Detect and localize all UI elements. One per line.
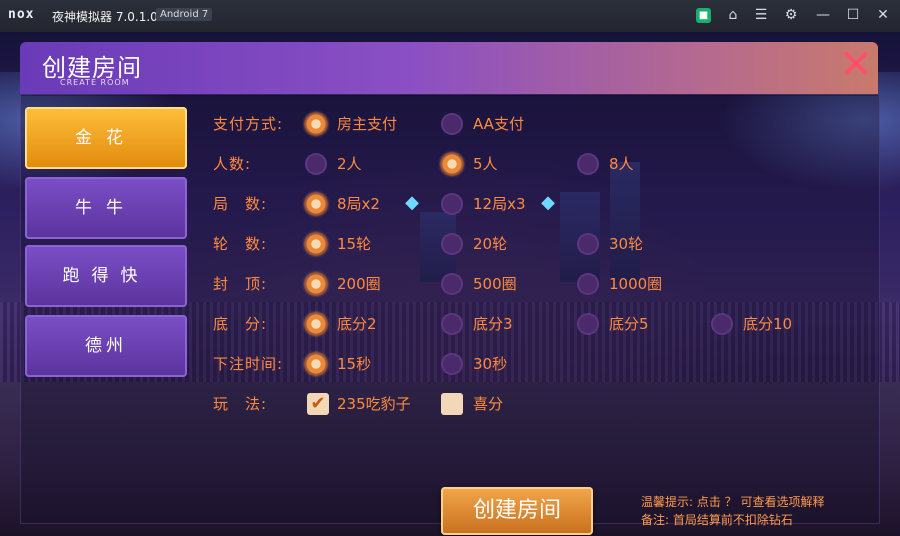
bet-time-15-radio[interactable]	[305, 353, 327, 375]
gear-icon[interactable]: ⚙	[782, 6, 800, 24]
cap-200-radio[interactable]	[305, 273, 327, 295]
cap-label: 封 顶:	[213, 275, 268, 293]
base-5-option: 底分5	[609, 315, 649, 333]
minimize-icon[interactable]: —	[814, 6, 832, 24]
bet-time-label: 下注时间:	[213, 355, 284, 373]
create-room-button[interactable]: 创建房间	[441, 487, 593, 535]
turns-15-option: 15轮	[337, 235, 372, 253]
tip-line-2: 备注: 首局结算前不扣除钻石	[641, 513, 793, 527]
pay-aa-option: AA支付	[473, 115, 524, 133]
close-dialog-button[interactable]: ✕	[836, 45, 876, 86]
turns-label: 轮 数:	[213, 235, 268, 253]
bet-time-15-option: 15秒	[337, 355, 372, 373]
play-label: 玩 法:	[213, 395, 268, 413]
cap-500-option: 500圈	[473, 275, 517, 293]
maximize-icon[interactable]: ☐	[844, 6, 862, 24]
menu-icon[interactable]: ☰	[752, 6, 770, 24]
base-3-option: 底分3	[473, 315, 513, 333]
dialog-subtitle: CREATE ROOM	[60, 78, 130, 87]
rounds-12-option: 12局x3	[473, 195, 526, 213]
diamond-icon: ◆	[405, 192, 419, 213]
cap-1000-radio[interactable]	[577, 273, 599, 295]
base-2-radio[interactable]	[305, 313, 327, 335]
base-5-radio[interactable]	[577, 313, 599, 335]
emulator-titlebar: nox 夜神模拟器 7.0.1.0 Android 7 ■ ⌂ ☰ ⚙ — ☐ …	[0, 0, 900, 32]
window-title: 夜神模拟器 7.0.1.0	[52, 10, 158, 24]
cap-500-radio[interactable]	[441, 273, 463, 295]
turns-15-radio[interactable]	[305, 233, 327, 255]
shirt-icon[interactable]: ⌂	[724, 6, 742, 24]
players-label: 人数:	[213, 155, 252, 173]
rounds-8-option: 8局x2	[337, 195, 380, 213]
play-xifen-checkbox[interactable]	[441, 393, 463, 415]
players-8-radio[interactable]	[577, 153, 599, 175]
players-8-option: 8人	[609, 155, 634, 173]
rounds-label: 局 数:	[213, 195, 268, 213]
nox-logo: nox	[8, 7, 35, 22]
base-10-radio[interactable]	[711, 313, 733, 335]
tab-paodekuai[interactable]: 跑得快	[25, 245, 187, 307]
play-xifen-option: 喜分	[473, 395, 504, 413]
pay-label: 支付方式:	[213, 115, 284, 133]
base-3-radio[interactable]	[441, 313, 463, 335]
players-5-option: 5人	[473, 155, 498, 173]
play-235-option: 235吃豹子	[337, 395, 411, 413]
rounds-8-radio[interactable]	[305, 193, 327, 215]
pay-owner-option: 房主支付	[337, 115, 398, 133]
players-2-option: 2人	[337, 155, 362, 173]
cap-1000-option: 1000圈	[609, 275, 663, 293]
close-icon[interactable]: ✕	[874, 6, 892, 24]
tab-jinhua[interactable]: 金花	[25, 107, 187, 169]
play-235-checkbox[interactable]: ✔	[307, 393, 329, 415]
green-app-icon[interactable]: ■	[696, 8, 711, 23]
diamond-icon: ◆	[541, 192, 555, 213]
cap-200-option: 200圈	[337, 275, 381, 293]
tab-niuniu[interactable]: 牛牛	[25, 177, 187, 239]
players-5-radio[interactable]	[441, 153, 463, 175]
bet-time-30-option: 30秒	[473, 355, 508, 373]
tip-line-1: 温馨提示: 点击 ？ 可查看选项解释	[641, 495, 825, 509]
turns-30-radio[interactable]	[577, 233, 599, 255]
turns-30-option: 30轮	[609, 235, 644, 253]
bet-time-30-radio[interactable]	[441, 353, 463, 375]
players-2-radio[interactable]	[305, 153, 327, 175]
game-screen: 创建房间 CREATE ROOM ✕ 金花 牛牛 跑得快 德州 支付方式: 房主…	[0, 32, 900, 536]
rounds-12-radio[interactable]	[441, 193, 463, 215]
pay-owner-radio[interactable]	[305, 113, 327, 135]
base-2-option: 底分2	[337, 315, 377, 333]
pay-aa-radio[interactable]	[441, 113, 463, 135]
dialog-header: 创建房间 CREATE ROOM ✕	[20, 42, 878, 94]
turns-20-option: 20轮	[473, 235, 508, 253]
tab-texas[interactable]: 德州	[25, 315, 187, 377]
android-version-badge: Android 7	[156, 8, 213, 21]
turns-20-radio[interactable]	[441, 233, 463, 255]
base-10-option: 底分10	[743, 315, 793, 333]
create-room-dialog: 创建房间 CREATE ROOM ✕ 金花 牛牛 跑得快 德州 支付方式: 房主…	[20, 42, 880, 535]
base-label: 底 分:	[213, 315, 268, 333]
dialog-body: 金花 牛牛 跑得快 德州 支付方式: 房主支付 AA支付 人数: 2人 5人 8…	[20, 94, 880, 535]
